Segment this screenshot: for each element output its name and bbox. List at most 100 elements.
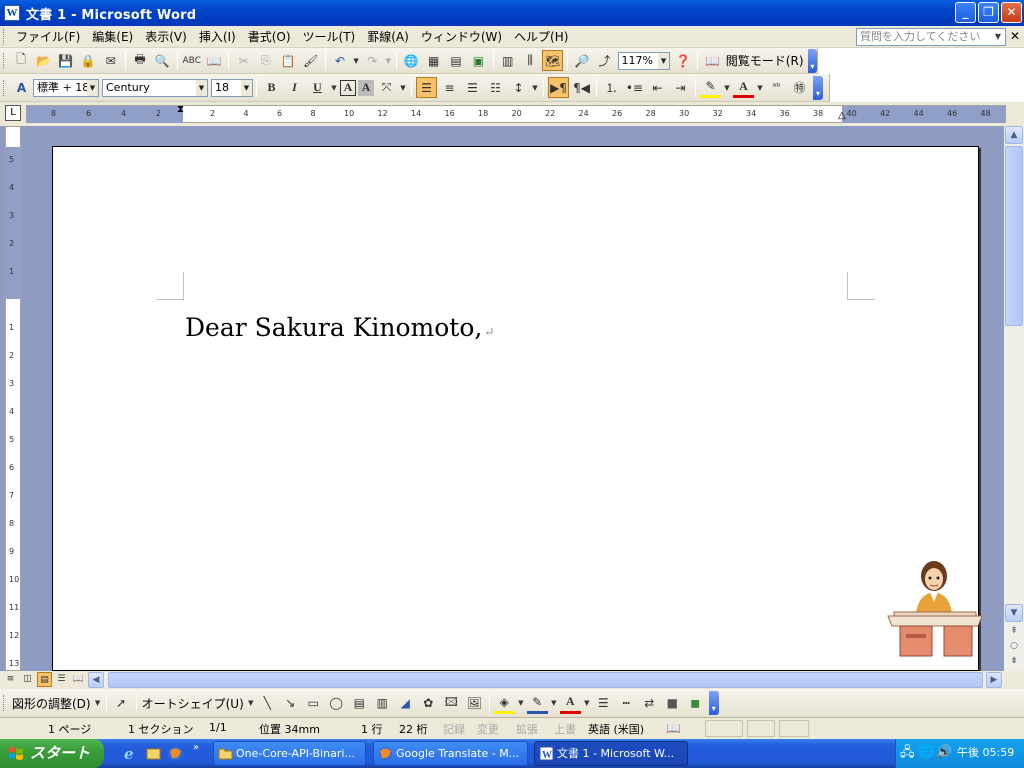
chevron-down-icon[interactable]: ▼ (658, 52, 670, 69)
menu-edit[interactable]: 編集(E) (86, 27, 139, 47)
undo-icon[interactable]: ↶ (330, 50, 350, 71)
status-record-macro[interactable]: 記録 (443, 721, 465, 737)
autoshape-menu-button[interactable]: オートシェイプ(U) (140, 695, 246, 712)
taskbar-item-firefox[interactable]: Google Translate - M... (373, 741, 528, 766)
horizontal-ruler[interactable]: 8 6 4 2 2 4 6 8 10 12 14 16 18 20 22 24 26 28 30 32 34 36 38 40… (26, 104, 1006, 123)
status-track-changes[interactable]: 変更 (477, 721, 499, 737)
font-color-icon[interactable]: A (733, 77, 754, 98)
drawing-icon[interactable]: ⫼ (520, 50, 540, 71)
explorer-quicklaunch-icon[interactable] (145, 745, 162, 762)
character-shading-icon[interactable]: A (358, 79, 374, 96)
horizontal-scrollbar[interactable]: ◀ ▶ (88, 672, 1004, 688)
chevron-down-icon[interactable]: ▼ (241, 79, 252, 96)
italic-icon[interactable]: I (284, 77, 305, 98)
decrease-indent-icon[interactable]: ⇤ (647, 77, 668, 98)
styles-pane-icon[interactable]: A (11, 77, 32, 98)
character-scaling-icon[interactable]: ⤧ (376, 77, 397, 98)
office-assistant-icon[interactable] (886, 552, 984, 660)
new-document-icon[interactable]: 🗋 (11, 50, 31, 71)
style-select[interactable]: 標準 + 18 ▼ (33, 78, 99, 97)
help-search-input[interactable]: 質問を入力してください ▼ (856, 28, 1006, 46)
network-icon[interactable]: 🖧 (900, 739, 915, 767)
diagram-icon[interactable]: ✿ (418, 693, 439, 714)
toolbar-grip[interactable] (3, 79, 6, 96)
document-body-text[interactable]: Dear Sakura Kinomoto, ↵ (185, 313, 494, 342)
line-style-icon[interactable]: ☰ (593, 693, 614, 714)
line-color-icon[interactable]: ✎ (526, 693, 548, 714)
select-objects-icon[interactable]: ➚ (111, 693, 132, 714)
shadow-style-icon[interactable]: ■ (662, 693, 683, 714)
print-icon[interactable]: 🖶 (130, 50, 150, 71)
chevron-down-icon[interactable]: ▼ (399, 77, 407, 98)
toolbar-grip[interactable] (3, 695, 6, 711)
menu-tools[interactable]: ツール(T) (297, 27, 362, 47)
chevron-down-icon[interactable]: ▼ (756, 77, 764, 98)
clock[interactable]: 午後 05:59 (957, 739, 1014, 767)
vertical-scroll-thumb[interactable] (1005, 146, 1023, 326)
minimize-button[interactable]: _ (955, 2, 976, 23)
menu-file[interactable]: ファイル(F) (10, 27, 86, 47)
chevron-down-icon[interactable]: ▼ (992, 30, 1004, 44)
show-hide-icon[interactable]: 🔎 (572, 50, 592, 71)
restore-button[interactable]: ❐ (978, 2, 999, 23)
volume-icon[interactable]: 🔊 (936, 739, 952, 767)
document-map-icon[interactable]: 🗺 (542, 50, 563, 71)
align-center-icon[interactable]: ≡ (439, 77, 460, 98)
spelling-icon[interactable]: ABC (182, 50, 202, 71)
outline-view-icon[interactable]: ☰ (54, 672, 69, 687)
bullets-icon[interactable]: •≡ (624, 77, 645, 98)
copy-icon[interactable]: ⎘ (256, 50, 276, 71)
vertical-text-box-icon[interactable]: ▥ (372, 693, 393, 714)
underline-icon[interactable]: U (307, 77, 328, 98)
next-page-button[interactable]: ⇟ (1005, 653, 1023, 671)
quicklaunch-more-icon[interactable]: » (193, 742, 199, 753)
reading-mode-icon[interactable]: 📖 (702, 50, 722, 71)
toolbar-options-icon[interactable]: ▾ (807, 48, 818, 73)
arrow-style-icon[interactable]: ⇄ (639, 693, 660, 714)
align-justify-icon[interactable]: ☰ (416, 77, 437, 98)
menu-window[interactable]: ウィンドウ(W) (415, 27, 508, 47)
rectangle-icon[interactable]: ▭ (303, 693, 324, 714)
open-folder-icon[interactable]: 📂 (33, 50, 53, 71)
toolbar-grip[interactable] (3, 28, 6, 45)
chevron-down-icon[interactable]: ▼ (531, 77, 539, 98)
menu-format[interactable]: 書式(O) (242, 27, 297, 47)
chevron-down-icon[interactable]: ▼ (330, 77, 338, 98)
print-preview-icon[interactable]: 🔍 (152, 50, 172, 71)
document-close-button[interactable]: ✕ (1010, 29, 1020, 43)
phonetic-guide-icon[interactable]: ᵃᵇ (766, 77, 787, 98)
highlight-icon[interactable]: ✎ (700, 77, 721, 98)
bold-icon[interactable]: B (261, 77, 282, 98)
spelling-status-icon[interactable]: 📖 (666, 721, 681, 735)
menu-help[interactable]: ヘルプ(H) (508, 27, 574, 47)
wordart-icon[interactable]: ◢ (395, 693, 416, 714)
draw-menu-button[interactable]: 図形の調整(D) (10, 695, 93, 712)
chevron-down-icon[interactable]: ▼ (583, 693, 591, 714)
right-indent-marker[interactable]: △ (838, 110, 846, 121)
dash-style-icon[interactable]: ┅ (616, 693, 637, 714)
start-button[interactable]: スタート (0, 739, 104, 768)
cut-icon[interactable]: ✂ (233, 50, 253, 71)
chevron-down-icon[interactable]: ▼ (87, 79, 98, 96)
chevron-down-icon[interactable]: ▼ (384, 50, 392, 71)
hyperlink-icon[interactable]: 🌐 (401, 50, 421, 71)
increase-indent-icon[interactable]: ⇥ (670, 77, 691, 98)
save-icon[interactable]: 💾 (56, 50, 76, 71)
distribute-icon[interactable]: ☷ (485, 77, 506, 98)
vertical-ruler[interactable]: 5 4 3 2 1 1 2 3 4 5 6 7 8 9 10 11 12 13 (5, 126, 21, 671)
reading-layout-icon[interactable]: 📖 (71, 672, 86, 687)
line-spacing-icon[interactable]: ↕ (508, 77, 529, 98)
clip-art-icon[interactable]: 🖾 (441, 693, 462, 714)
numbering-icon[interactable]: ⒈ (601, 77, 622, 98)
tables-borders-icon[interactable]: ▦ (423, 50, 443, 71)
character-border-icon[interactable]: A (340, 79, 356, 96)
menu-view[interactable]: 表示(V) (139, 27, 193, 47)
language-bar-icon[interactable]: 🌐 (918, 739, 934, 767)
chevron-down-icon[interactable]: ▼ (550, 693, 558, 714)
chevron-down-icon[interactable]: ▼ (517, 693, 525, 714)
vertical-scrollbar[interactable]: ▲ ▼ ⇞ ○ ⇟ (1004, 126, 1024, 671)
email-icon[interactable]: ✉ (100, 50, 120, 71)
taskbar-item-folder[interactable]: One-Core-API-Binari... (213, 741, 366, 766)
font-color-icon[interactable]: A (559, 693, 581, 714)
menu-table[interactable]: 罫線(A) (361, 27, 415, 47)
